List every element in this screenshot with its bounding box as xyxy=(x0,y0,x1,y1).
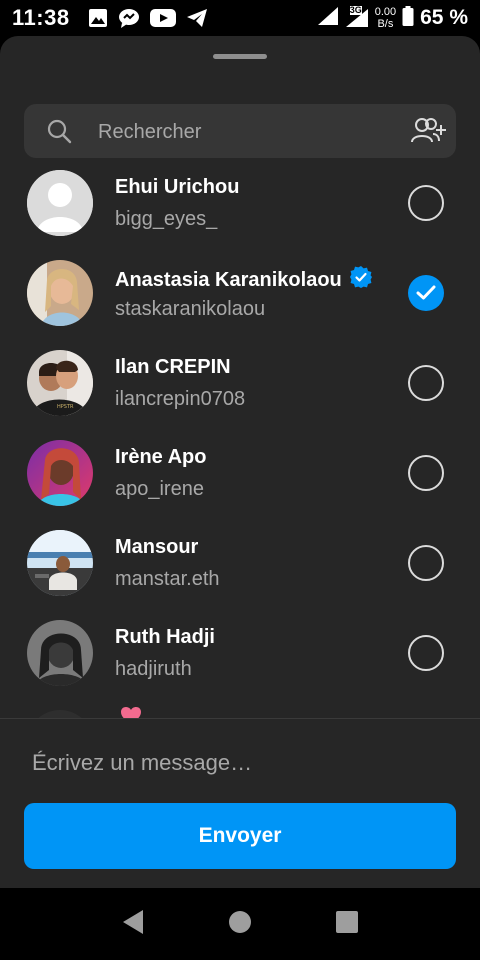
avatar: HPSTR xyxy=(27,350,93,416)
contact-username: staskaranikolaou xyxy=(115,298,266,320)
battery-percent: 65 % xyxy=(420,6,468,29)
recents-icon[interactable] xyxy=(335,910,359,939)
cell-signal-icon: 3G xyxy=(345,5,369,28)
search-input[interactable] xyxy=(96,104,400,160)
avatar xyxy=(27,170,93,236)
contact-name-text: Ehui Urichou xyxy=(115,176,240,198)
drag-handle[interactable] xyxy=(213,54,267,59)
net-speed: 0.00 B/s xyxy=(375,6,396,30)
select-circle[interactable] xyxy=(408,185,444,221)
contact-row[interactable]: Mansour manstar.eth xyxy=(0,518,480,608)
avatar xyxy=(27,620,93,686)
navigation-bar xyxy=(0,888,480,960)
avatar xyxy=(27,440,93,506)
contact-name-text: Ruth Hadji xyxy=(115,626,215,648)
heart-emoji-icon xyxy=(120,706,142,718)
contact-row[interactable]: Ruth Hadji hadjiruth xyxy=(0,608,480,698)
contact-row-partial[interactable] xyxy=(0,698,480,718)
status-time: 11:38 xyxy=(12,5,70,30)
avatar xyxy=(27,530,93,596)
youtube-icon xyxy=(149,8,176,28)
net-speed-unit: B/s xyxy=(377,18,394,30)
contact-username: bigg_eyes_ xyxy=(115,208,218,230)
select-circle[interactable] xyxy=(408,455,444,491)
battery-icon xyxy=(402,5,414,31)
contact-username: apo_irene xyxy=(115,478,204,500)
contact-row[interactable]: Ehui Urichou bigg_eyes_ xyxy=(0,158,480,248)
search-icon xyxy=(46,118,72,149)
svg-text:HPSTR: HPSTR xyxy=(57,404,74,410)
contact-name-text: Irène Apo xyxy=(115,446,207,468)
back-icon[interactable] xyxy=(121,909,145,940)
contact-name-text: Mansour xyxy=(115,536,199,558)
contact-username: manstar.eth xyxy=(115,568,220,590)
select-circle[interactable] xyxy=(408,365,444,401)
contact-username: ilancrepin0708 xyxy=(115,388,246,410)
divider xyxy=(0,718,480,719)
net-speed-value: 0.00 xyxy=(374,6,397,18)
contact-row[interactable]: Irène Apo apo_irene xyxy=(0,428,480,518)
status-right: 3G 0.00 B/s 65 % xyxy=(317,5,468,31)
add-people-icon[interactable] xyxy=(410,115,448,152)
wifi-signal-icon xyxy=(317,6,339,31)
chat-bubble-icon xyxy=(118,8,140,28)
gallery-icon xyxy=(88,8,108,28)
home-icon[interactable] xyxy=(228,910,252,939)
contact-username: hadjiruth xyxy=(115,658,192,680)
contact-name: Ehui Urichou xyxy=(115,176,239,199)
status-bar: 11:38 3G 0.00 B/s 65 % xyxy=(0,0,480,36)
search-box[interactable] xyxy=(24,104,456,160)
contact-row[interactable]: Anastasia Karanikolaou staskaranikolaou xyxy=(0,248,480,338)
select-circle[interactable] xyxy=(408,545,444,581)
message-input[interactable] xyxy=(30,742,454,784)
contact-name-text: Anastasia Karanikolaou xyxy=(115,268,342,291)
select-circle-checked[interactable] xyxy=(408,275,444,311)
share-sheet: Ehui Urichou bigg_eyes_ Anastasia Karani… xyxy=(0,36,480,888)
contact-name: Anastasia Karanikolaou xyxy=(115,266,372,294)
contact-row[interactable]: HPSTR Ilan CREPIN ilancrepin0708 xyxy=(0,338,480,428)
contact-name: Mansour xyxy=(115,536,198,559)
notification-icons xyxy=(88,8,208,28)
contact-name: Irène Apo xyxy=(115,446,207,469)
contact-list: Ehui Urichou bigg_eyes_ Anastasia Karani… xyxy=(0,158,480,718)
send-button[interactable]: Envoyer xyxy=(24,803,456,869)
select-circle[interactable] xyxy=(408,635,444,671)
verified-badge-icon xyxy=(349,266,372,294)
avatar xyxy=(27,260,93,326)
network-type: 3G xyxy=(349,5,362,15)
contact-name: Ruth Hadji xyxy=(115,626,215,649)
contact-name: Ilan CREPIN xyxy=(115,356,231,379)
contact-name-text: Ilan CREPIN xyxy=(115,356,231,378)
telegram-icon xyxy=(186,8,208,28)
avatar xyxy=(27,710,93,718)
